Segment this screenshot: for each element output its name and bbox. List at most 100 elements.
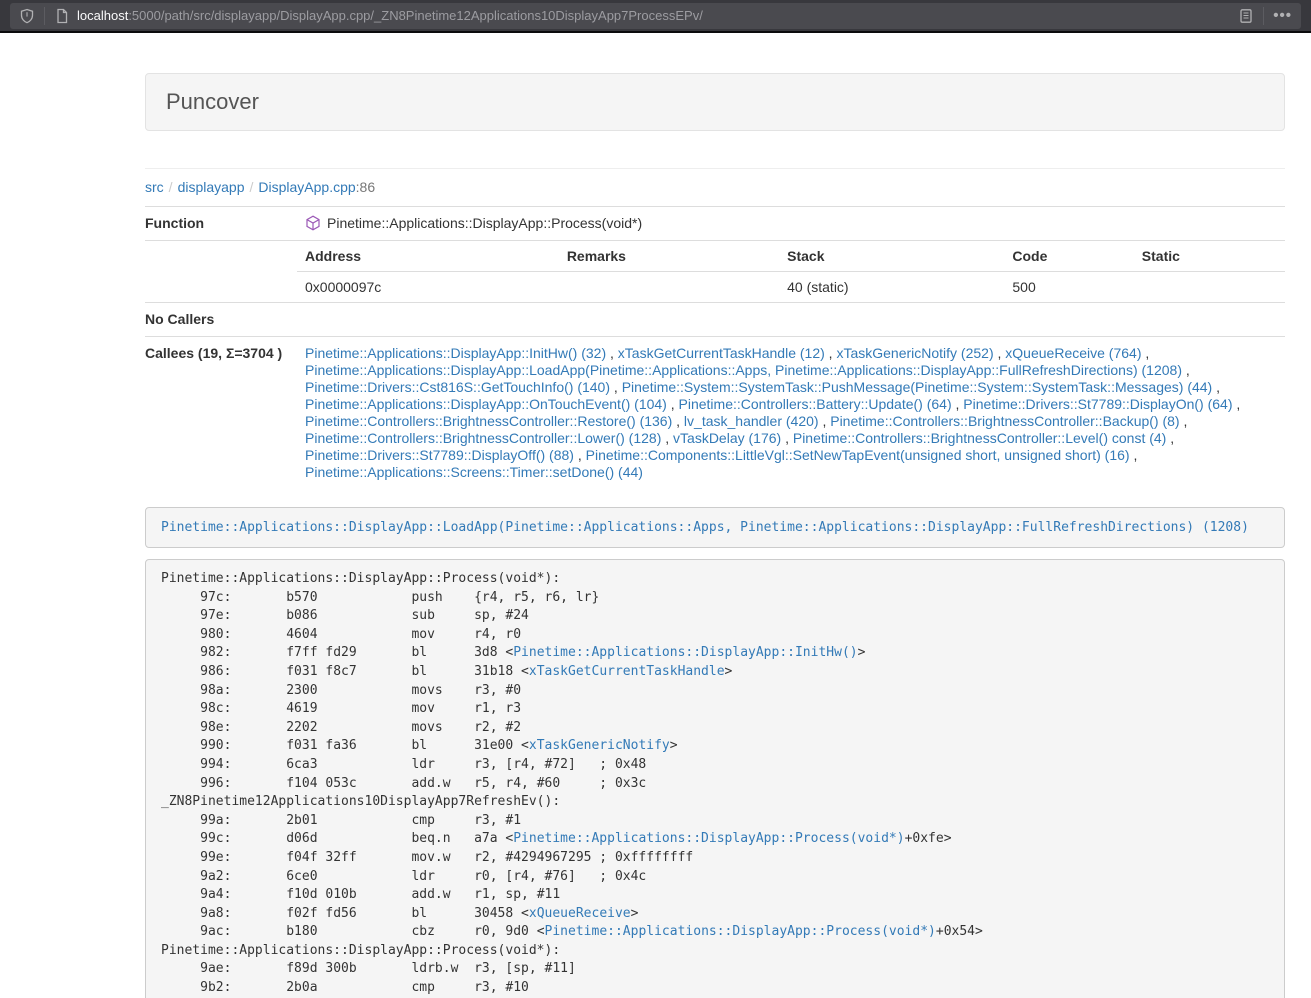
disassembly-text: 98c: 4619 mov r1, r3 <box>161 701 521 716</box>
callee-link[interactable]: Pinetime::Controllers::BrightnessControl… <box>830 413 1179 429</box>
column-stack: Stack <box>779 241 1004 272</box>
disassembly-symbol-link[interactable]: xQueueReceive <box>529 906 631 921</box>
disassembly-listing: Pinetime::Applications::DisplayApp::Proc… <box>145 559 1285 998</box>
callee-link[interactable]: Pinetime::Drivers::St7789::DisplayOn() (… <box>963 396 1232 412</box>
column-code: Code <box>1004 241 1133 272</box>
callee-link[interactable]: Pinetime::Controllers::BrightnessControl… <box>305 413 672 429</box>
callee-link[interactable]: Pinetime::Controllers::BrightnessControl… <box>305 430 661 446</box>
callee-link[interactable]: Pinetime::Applications::DisplayApp::Init… <box>305 345 606 361</box>
disassembly-text: 994: 6ca3 ldr r3, [r4, #72] ; 0x48 <box>161 757 646 772</box>
callees-cell: Pinetime::Applications::DisplayApp::Init… <box>297 337 1285 490</box>
disassembly-text: 99e: f04f 32ff mov.w r2, #4294967295 ; 0… <box>161 850 693 865</box>
highlighted-symbol-box: Pinetime::Applications::DisplayApp::Load… <box>145 507 1285 548</box>
disassembly-text: > <box>725 664 733 679</box>
disassembly-text: 9a4: f10d 010b add.w r1, sp, #11 <box>161 887 560 902</box>
callee-link[interactable]: Pinetime::System::SystemTask::PushMessag… <box>622 379 1213 395</box>
disassembly-text: Pinetime::Applications::DisplayApp::Proc… <box>161 571 560 586</box>
disassembly-symbol-link[interactable]: Pinetime::Applications::DisplayApp::Init… <box>513 645 857 660</box>
code-value: 500 <box>1004 272 1133 303</box>
disassembly-symbol-link[interactable]: Pinetime::Applications::DisplayApp::Proc… <box>545 924 936 939</box>
stack-value: 40 (static) <box>779 272 1004 303</box>
disassembly-text: > <box>670 738 678 753</box>
callee-link[interactable]: vTaskDelay (176) <box>673 430 781 446</box>
function-detail-empty-label <box>145 241 297 303</box>
disassembly-text: Pinetime::Applications::DisplayApp::Proc… <box>161 943 560 958</box>
disassembly-text: +0xfe> <box>905 831 952 846</box>
callee-link[interactable]: Pinetime::Controllers::Battery::Update()… <box>679 396 952 412</box>
disassembly-text: 9ae: f89d 300b ldrb.w r3, [sp, #11] <box>161 961 576 976</box>
disassembly-symbol-link[interactable]: Pinetime::Applications::DisplayApp::Proc… <box>513 831 904 846</box>
callee-link[interactable]: Pinetime::Controllers::BrightnessControl… <box>793 430 1166 446</box>
static-value <box>1134 272 1285 303</box>
remarks-value <box>559 272 779 303</box>
url-path: :5000/path/src/displayapp/DisplayApp.cpp… <box>128 8 703 23</box>
breadcrumb-separator: / <box>245 179 259 195</box>
column-address: Address <box>297 241 559 272</box>
browser-toolbar: localhost:5000/path/src/displayapp/Displ… <box>0 0 1311 33</box>
callee-link[interactable]: lv_task_handler (420) <box>684 413 819 429</box>
disassembly-text: _ZN8Pinetime12Applications10DisplayApp7R… <box>161 794 560 809</box>
callee-link[interactable]: Pinetime::Applications::DisplayApp::Load… <box>305 362 1182 378</box>
function-name: Pinetime::Applications::DisplayApp::Proc… <box>327 215 642 231</box>
disassembly-symbol-link[interactable]: xTaskGetCurrentTaskHandle <box>529 664 725 679</box>
disassembly-text: 9a8: f02f fd56 bl 30458 < <box>161 906 529 921</box>
breadcrumb-link-file[interactable]: DisplayApp.cpp <box>258 179 355 195</box>
function-info-table: Function Pinetime::Applications::Display… <box>145 206 1285 489</box>
callee-link[interactable]: Pinetime::Applications::Screens::Timer::… <box>305 464 643 480</box>
disassembly-text: 98e: 2202 movs r2, #2 <box>161 720 521 735</box>
column-remarks: Remarks <box>559 241 779 272</box>
function-detail-table: Address Remarks Stack Code Static 0x0000… <box>297 241 1285 302</box>
breadcrumb-link-displayapp[interactable]: displayapp <box>178 179 245 195</box>
disassembly-text: 99a: 2b01 cmp r3, #1 <box>161 813 521 828</box>
breadcrumb: src/displayapp/DisplayApp.cpp:86 <box>145 177 1285 197</box>
disassembly-text: 97e: b086 sub sp, #24 <box>161 608 529 623</box>
no-callers-row: No Callers <box>145 303 1285 337</box>
disassembly-text: 98a: 2300 movs r3, #0 <box>161 683 521 698</box>
reader-view-icon[interactable] <box>1238 8 1254 24</box>
app-header: Puncover <box>145 73 1285 131</box>
disassembly-text: 996: f104 053c add.w r5, r4, #60 ; 0x3c <box>161 776 646 791</box>
disassembly-text: > <box>858 645 866 660</box>
disassembly-symbol-link[interactable]: xTaskGenericNotify <box>529 738 670 753</box>
disassembly-text: 986: f031 f8c7 bl 31b18 < <box>161 664 529 679</box>
urlbar-divider <box>44 7 45 25</box>
callee-link[interactable]: Pinetime::Applications::DisplayApp::OnTo… <box>305 396 667 412</box>
no-callers-label: No Callers <box>145 303 297 337</box>
detail-header-row: Address Remarks Stack Code Static <box>297 241 1285 272</box>
disassembly-text: 982: f7ff fd29 bl 3d8 < <box>161 645 513 660</box>
callee-link[interactable]: Pinetime::Drivers::Cst816S::GetTouchInfo… <box>305 379 610 395</box>
disassembly-text: 99c: d06d beq.n a7a < <box>161 831 513 846</box>
callees-label: Callees (19, Σ=3704 ) <box>145 337 297 490</box>
disassembly-text: 9a2: 6ce0 ldr r0, [r4, #76] ; 0x4c <box>161 869 646 884</box>
function-name-cell: Pinetime::Applications::DisplayApp::Proc… <box>297 207 1285 241</box>
function-detail-row: Address Remarks Stack Code Static 0x0000… <box>145 241 1285 303</box>
more-icon[interactable]: ••• <box>1273 8 1292 24</box>
callee-link[interactable]: xTaskGenericNotify (252) <box>836 345 993 361</box>
breadcrumb-link-src[interactable]: src <box>145 179 164 195</box>
page-title: Puncover <box>166 89 1264 115</box>
breadcrumb-separator: / <box>164 179 178 195</box>
symbol-cube-icon <box>305 215 321 231</box>
highlighted-symbol-link[interactable]: Pinetime::Applications::DisplayApp::Load… <box>161 520 1249 535</box>
disassembly-text: > <box>631 906 639 921</box>
callee-link[interactable]: Pinetime::Components::LittleVgl::SetNewT… <box>586 447 1130 463</box>
divider-rule <box>145 168 1285 169</box>
disassembly-text: 9b2: 2b0a cmp r3, #10 <box>161 980 529 995</box>
function-row: Function Pinetime::Applications::Display… <box>145 207 1285 241</box>
callees-row: Callees (19, Σ=3704 ) Pinetime::Applicat… <box>145 337 1285 490</box>
puncover-page: Puncover src/displayapp/DisplayApp.cpp:8… <box>0 73 1311 998</box>
url-text[interactable]: localhost:5000/path/src/displayapp/Displ… <box>77 8 1238 23</box>
function-detail-cell: Address Remarks Stack Code Static 0x0000… <box>297 241 1285 303</box>
urlbar-divider-right <box>1263 7 1264 25</box>
disassembly-text: 980: 4604 mov r4, r0 <box>161 627 521 642</box>
url-host: localhost <box>77 8 128 23</box>
page-icon[interactable] <box>54 8 70 24</box>
column-static: Static <box>1134 241 1285 272</box>
callee-link[interactable]: Pinetime::Drivers::St7789::DisplayOff() … <box>305 447 574 463</box>
url-bar[interactable]: localhost:5000/path/src/displayapp/Displ… <box>10 3 1301 29</box>
function-label: Function <box>145 207 297 241</box>
disassembly-text: 990: f031 fa36 bl 31e00 < <box>161 738 529 753</box>
callee-link[interactable]: xTaskGetCurrentTaskHandle (12) <box>618 345 825 361</box>
shield-icon[interactable] <box>19 8 35 24</box>
callee-link[interactable]: xQueueReceive (764) <box>1005 345 1141 361</box>
